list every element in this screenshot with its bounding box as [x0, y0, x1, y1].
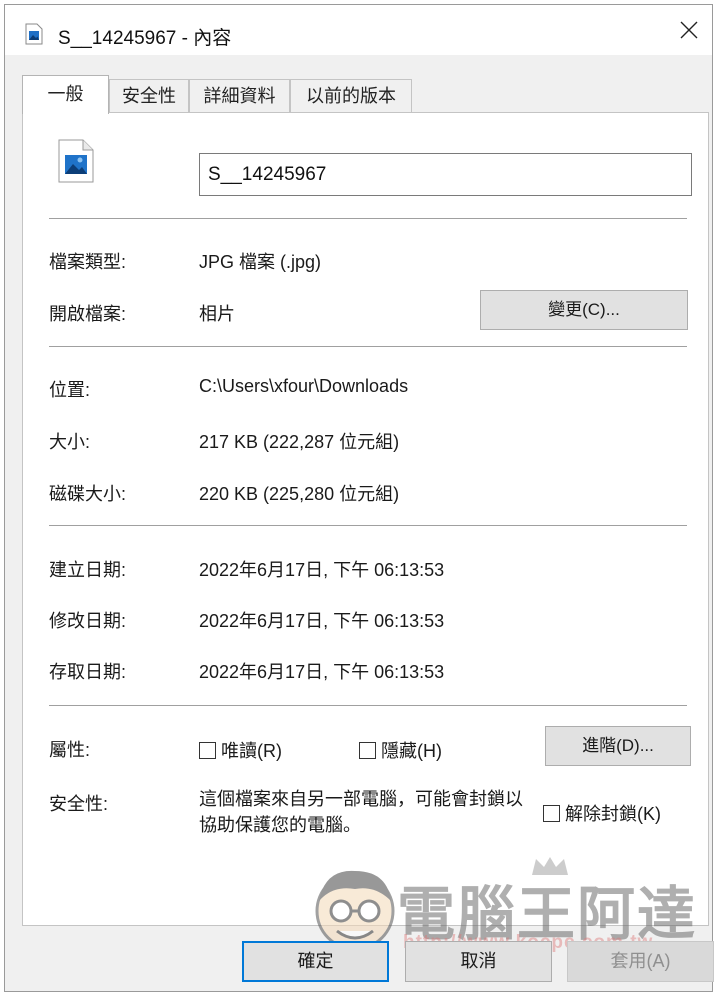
modified-label: 修改日期:	[49, 611, 127, 631]
image-file-icon	[25, 23, 43, 50]
unblock-label: 解除封鎖(K)	[565, 804, 661, 824]
unblock-checkbox[interactable]: 解除封鎖(K)	[543, 800, 661, 826]
checkbox-box[interactable]	[543, 804, 560, 822]
opens-with-label: 開啟檔案:	[49, 304, 127, 324]
general-panel: 檔案類型: JPG 檔案 (.jpg) 開啟檔案: 相片 變更(C)... 位置…	[22, 112, 709, 926]
title-bar: S__14245967 - 內容	[5, 5, 712, 55]
tab-general[interactable]: 一般	[22, 75, 109, 114]
tab-security[interactable]: 安全性	[109, 79, 189, 112]
security-label: 安全性:	[49, 794, 109, 814]
hidden-label: 隱藏(H)	[381, 741, 442, 761]
file-type-label: 檔案類型:	[49, 252, 127, 272]
accessed-label: 存取日期:	[49, 662, 127, 682]
readonly-checkbox[interactable]: 唯讀(R)	[199, 737, 282, 763]
window-title: S__14245967 - 內容	[58, 28, 232, 49]
photo-file-icon	[58, 139, 94, 188]
tab-previous-versions[interactable]: 以前的版本	[290, 79, 412, 112]
divider	[49, 525, 687, 527]
checkbox-box[interactable]	[199, 741, 216, 759]
modified-value: 2022年6月17日, 下午 06:13:53	[199, 611, 445, 631]
change-button[interactable]: 變更(C)...	[480, 290, 688, 330]
hidden-checkbox[interactable]: 隱藏(H)	[359, 737, 442, 763]
location-label: 位置:	[49, 380, 91, 400]
close-icon	[680, 21, 698, 39]
checkbox-box[interactable]	[359, 741, 376, 759]
attributes-label: 屬性:	[49, 740, 91, 760]
location-value: C:\Users\xfour\Downloads	[199, 376, 409, 396]
divider	[49, 705, 687, 707]
size-value: 217 KB (222,287 位元組)	[199, 432, 400, 452]
apply-button[interactable]: 套用(A)	[567, 941, 714, 982]
close-button[interactable]	[666, 5, 712, 55]
cancel-button[interactable]: 取消	[405, 941, 552, 982]
file-name-input[interactable]	[199, 153, 692, 196]
opens-with-value: 相片	[199, 304, 235, 324]
size-on-disk-label: 磁碟大小:	[49, 484, 127, 504]
advanced-button[interactable]: 進階(D)...	[545, 726, 691, 766]
divider	[49, 346, 687, 348]
tab-details[interactable]: 詳細資料	[189, 79, 290, 112]
size-label: 大小:	[49, 432, 91, 452]
divider	[49, 218, 687, 220]
file-type-value: JPG 檔案 (.jpg)	[199, 252, 322, 272]
created-label: 建立日期:	[49, 560, 127, 580]
ok-button[interactable]: 確定	[242, 941, 389, 982]
accessed-value: 2022年6月17日, 下午 06:13:53	[199, 662, 445, 682]
security-message: 這個檔案來自另一部電腦，可能會封鎖以協助保護您的電腦。	[199, 789, 523, 835]
created-value: 2022年6月17日, 下午 06:13:53	[199, 560, 445, 580]
size-on-disk-value: 220 KB (225,280 位元組)	[199, 484, 400, 504]
readonly-label: 唯讀(R)	[221, 741, 282, 761]
properties-window: S__14245967 - 內容 一般 安全性 詳細資料 以前的版本 檔案類型:…	[4, 4, 714, 992]
